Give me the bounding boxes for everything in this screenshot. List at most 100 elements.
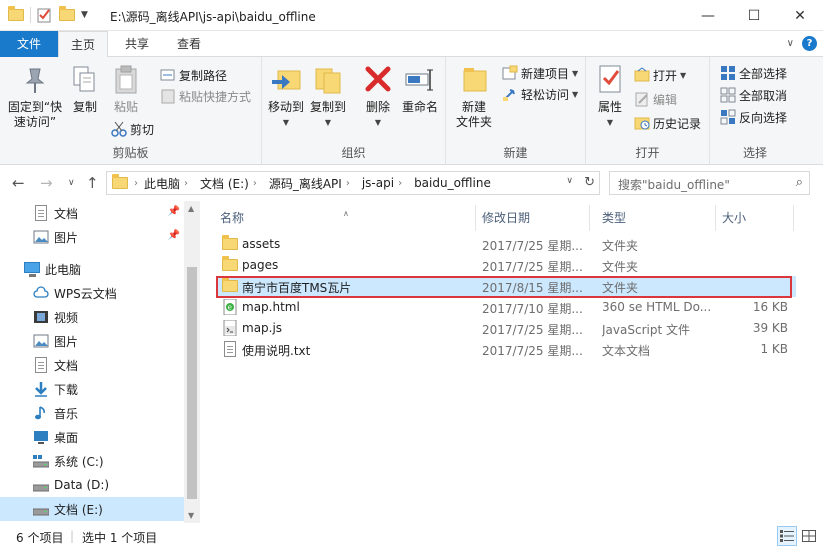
nav-item-quick-pictures[interactable]: 图片 📌 — [0, 225, 184, 249]
selected-count: 选中 1 个项目 — [82, 531, 158, 545]
nav-item-downloads[interactable]: 下载 — [0, 377, 184, 401]
nav-item-drive-d[interactable]: Data (D:) — [0, 473, 184, 497]
easy-access-button[interactable]: 轻松访问 ▼ — [502, 84, 578, 104]
paste-icon — [110, 63, 142, 97]
address-dropdown-icon[interactable]: ∨ — [566, 176, 573, 186]
folder-icon — [222, 235, 238, 252]
file-row[interactable]: e map.html 2017/7/10 星期... 360 se HTML D… — [216, 297, 796, 318]
documents-icon — [33, 205, 49, 221]
status-bar: 6 个项目 | 选中 1 个项目 — [0, 523, 823, 549]
breadcrumb-this-pc[interactable]: 此电脑 › — [138, 175, 194, 192]
open-group-label: 打开 — [635, 146, 660, 160]
organize-group-label: 组织 — [341, 146, 366, 160]
rename-icon — [404, 63, 436, 97]
paste-shortcut-button[interactable]: 粘贴快捷方式 — [160, 86, 251, 106]
move-to-button[interactable]: 移动到 ▼ — [266, 63, 306, 130]
scroll-up-icon[interactable]: ▲ — [188, 204, 194, 213]
properties-check-icon[interactable] — [37, 7, 53, 23]
tab-view[interactable]: 查看 — [164, 31, 214, 57]
nav-item-desktop[interactable]: 桌面 — [0, 425, 184, 449]
nav-item-videos[interactable]: 视频 — [0, 305, 184, 329]
open-button[interactable]: 打开 ▼ — [634, 65, 686, 85]
nav-item-quick-documents[interactable]: 文档 📌 — [0, 201, 184, 225]
file-row[interactable]: 使用说明.txt 2017/7/25 星期... 文本文档 1 KB — [216, 339, 796, 360]
cut-button[interactable]: 剪切 — [111, 119, 154, 139]
file-row-selected[interactable]: 南宁市百度TMS瓦片 2017/8/15 星期... 文件夹 — [216, 276, 796, 297]
back-arrow-icon[interactable]: ← — [12, 174, 25, 192]
file-row[interactable]: map.js 2017/7/25 星期... JavaScript 文件 39 … — [216, 318, 796, 339]
nav-item-drive-c[interactable]: 系统 (C:) — [0, 449, 184, 473]
close-button[interactable]: ✕ — [777, 0, 823, 31]
details-view-button[interactable] — [777, 526, 797, 546]
pictures-icon — [33, 333, 49, 349]
new-folder-button[interactable]: 新建 文件夹 — [452, 63, 496, 130]
pin-quick-access-button[interactable]: 固定到“快速访问” — [4, 63, 66, 130]
edit-button[interactable]: 编辑 — [634, 89, 677, 109]
copy-icon — [69, 63, 101, 97]
nav-item-drive-e[interactable]: 文档 (E:) — [0, 497, 184, 521]
nav-item-documents[interactable]: 文档 — [0, 353, 184, 377]
help-icon[interactable]: ? — [802, 36, 817, 51]
window-title: E:\源码_离线API\js-api\baidu_offline — [110, 10, 316, 24]
html-file-icon: e — [222, 298, 238, 316]
column-header-type[interactable]: 类型 — [592, 205, 716, 231]
column-header-name[interactable]: ∧ 名称 — [210, 205, 476, 231]
address-box[interactable]: › 此电脑 › 文档 (E:) › 源码_离线API › js-api › baidu_… — [106, 171, 600, 195]
search-box[interactable]: 搜索"baidu_offline" ⌕ — [609, 171, 810, 195]
tab-home[interactable]: 主页 — [58, 31, 108, 58]
nav-item-pictures[interactable]: 图片 — [0, 329, 184, 353]
copy-path-button[interactable]: 复制路径 — [160, 65, 227, 85]
properties-button[interactable]: 属性 ▼ — [592, 63, 628, 130]
delete-button[interactable]: 删除 ▼ — [360, 63, 396, 130]
large-icons-view-button[interactable] — [799, 526, 819, 546]
quick-access-toolbar: ▼ — [8, 6, 88, 23]
nav-item-music[interactable]: 音乐 — [0, 401, 184, 425]
select-none-button[interactable]: 全部取消 — [720, 85, 787, 105]
copy-button[interactable]: 复制 — [68, 63, 102, 115]
breadcrumb-drive-e[interactable]: 文档 (E:) › — [194, 175, 263, 192]
column-header-date[interactable]: 修改日期 — [472, 205, 590, 231]
maximize-button[interactable]: ☐ — [731, 0, 777, 31]
ribbon: 固定到“快速访问” 复制 粘贴 复制路径 粘贴快捷方式 剪切 剪贴板 移动到 ▼… — [0, 57, 823, 165]
copy-to-button[interactable]: 复制到 ▼ — [308, 63, 348, 130]
customize-toolbar-arrow[interactable]: ▼ — [81, 10, 88, 20]
scroll-down-icon[interactable]: ▼ — [188, 511, 194, 520]
organize-group: 移动到 ▼ 复制到 ▼ 删除 ▼ 重命名 组织 — [262, 57, 446, 165]
tab-file[interactable]: 文件 — [0, 31, 58, 57]
forward-arrow-icon[interactable]: → — [40, 174, 53, 192]
breadcrumb-baidu-offline[interactable]: baidu_offline — [408, 176, 497, 190]
history-button[interactable]: 历史记录 — [634, 113, 701, 133]
invert-selection-button[interactable]: 反向选择 — [720, 107, 787, 127]
nav-item-wps-cloud[interactable]: WPS云文档 — [0, 281, 184, 305]
ribbon-tabs: 文件 主页 共享 查看 ∨ ? — [0, 31, 823, 58]
desktop-icon — [33, 429, 49, 445]
new-item-button[interactable]: 新建项目 ▼ — [502, 63, 578, 83]
paste-button[interactable]: 粘贴 — [108, 63, 144, 115]
sort-ascending-icon: ∧ — [343, 209, 349, 218]
up-arrow-icon[interactable]: ↑ — [86, 174, 99, 192]
properties-check-icon — [594, 63, 626, 97]
rename-button[interactable]: 重命名 — [398, 63, 442, 115]
tab-share[interactable]: 共享 — [112, 31, 162, 57]
ribbon-collapse-icon[interactable]: ∨ — [787, 38, 794, 49]
recent-locations-chevron-icon[interactable]: ∨ — [68, 178, 75, 188]
nav-item-this-pc[interactable]: 此电脑 — [0, 257, 184, 281]
file-row[interactable]: assets 2017/7/25 星期... 文件夹 — [216, 234, 796, 255]
nav-scrollbar[interactable]: ▲ ▼ — [184, 201, 200, 523]
column-header-size[interactable]: 大小 — [712, 205, 794, 231]
new-folder-icon[interactable] — [59, 6, 75, 23]
refresh-icon[interactable]: ↻ — [584, 175, 595, 190]
drive-icon — [32, 453, 50, 469]
breadcrumb-js-api[interactable]: js-api › — [356, 176, 408, 190]
select-group: 全部选择 全部取消 反向选择 选择 — [710, 57, 800, 165]
select-all-button[interactable]: 全部选择 — [720, 63, 787, 83]
js-file-icon — [222, 319, 238, 337]
address-bar-row: ← → ∨ ↑ › 此电脑 › 文档 (E:) › 源码_离线API › js-api… — [0, 165, 823, 201]
file-row[interactable]: pages 2017/7/25 星期... 文件夹 — [216, 255, 796, 276]
select-all-icon — [720, 65, 736, 81]
nav-scrollbar-thumb[interactable] — [187, 267, 197, 499]
new-group-label: 新建 — [503, 146, 528, 160]
minimize-button[interactable]: — — [685, 0, 731, 31]
breadcrumb-source-folder[interactable]: 源码_离线API › — [263, 175, 356, 192]
search-input[interactable]: 搜索"baidu_offline" — [618, 178, 730, 192]
